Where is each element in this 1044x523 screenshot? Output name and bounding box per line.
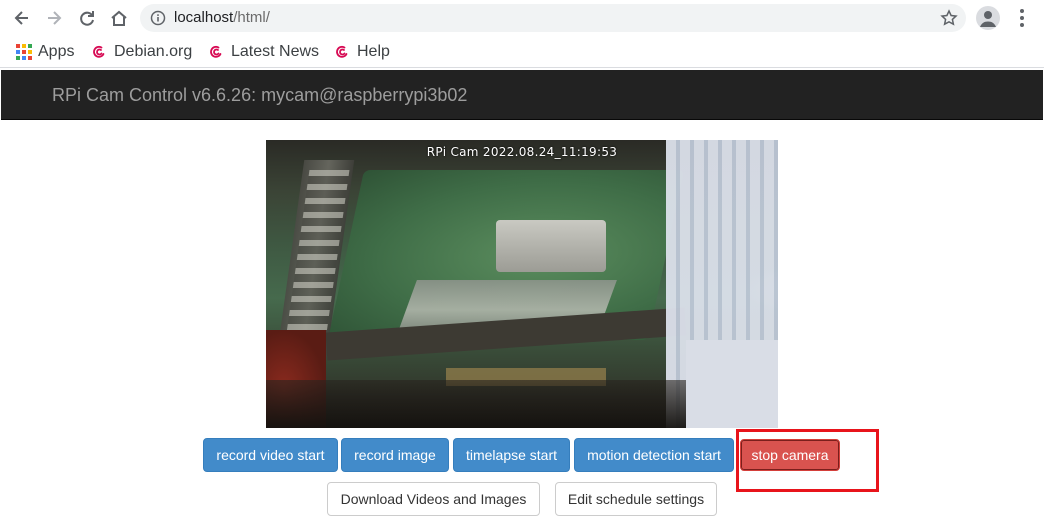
back-icon[interactable] <box>10 6 34 30</box>
preview-chip <box>496 220 606 272</box>
debian-swirl-icon <box>210 45 222 58</box>
bookmark-apps[interactable]: Apps <box>16 42 74 62</box>
url-path: /html/ <box>233 9 270 26</box>
edit-schedule-settings-button[interactable]: Edit schedule settings <box>555 482 717 516</box>
browser-menu-icon[interactable] <box>1010 6 1034 30</box>
bookmarks-bar: Apps Debian.org Latest News Help <box>0 36 1044 68</box>
debian-swirl-icon <box>336 45 348 58</box>
bookmark-label: Apps <box>38 43 75 60</box>
bookmark-star-icon[interactable] <box>940 9 958 27</box>
reload-icon[interactable] <box>75 6 99 30</box>
browser-toolbar: localhost/html/ <box>0 0 1044 36</box>
timelapse-start-button[interactable]: timelapse start <box>453 438 570 472</box>
bookmark-help[interactable]: Help <box>335 42 390 62</box>
navbar-brand[interactable]: RPi Cam Control v6.6.26: mycam@raspberry… <box>52 85 467 106</box>
bookmark-label: Help <box>357 43 390 60</box>
preview-annotation: RPi Cam 2022.08.24_11:19:53 <box>426 145 618 159</box>
profile-avatar-icon[interactable] <box>976 6 1000 30</box>
url-text: localhost/html/ <box>174 9 270 26</box>
info-icon[interactable] <box>150 10 166 26</box>
bookmark-debian[interactable]: Debian.org <box>92 42 192 62</box>
download-videos-images-button[interactable]: Download Videos and Images <box>327 482 540 516</box>
camera-preview[interactable]: RPi Cam 2022.08.24_11:19:53 <box>266 140 778 428</box>
highlight-box <box>736 429 879 492</box>
bookmark-latest-news[interactable]: Latest News <box>209 42 319 62</box>
preview-shadow <box>266 380 686 428</box>
debian-swirl-icon <box>93 45 105 58</box>
motion-detection-start-button[interactable]: motion detection start <box>574 438 734 472</box>
page-navbar: RPi Cam Control v6.6.26: mycam@raspberry… <box>1 70 1043 120</box>
bookmark-label: Latest News <box>231 43 320 60</box>
forward-icon[interactable] <box>42 6 66 30</box>
record-image-button[interactable]: record image <box>341 438 449 472</box>
apps-grid-icon <box>16 44 32 60</box>
record-video-start-button[interactable]: record video start <box>203 438 338 472</box>
preview-ribbon-cable-lower <box>686 340 778 428</box>
home-icon[interactable] <box>107 6 131 30</box>
address-bar[interactable]: localhost/html/ <box>140 4 966 32</box>
url-host: localhost <box>174 9 234 26</box>
bookmark-label: Debian.org <box>114 43 193 60</box>
